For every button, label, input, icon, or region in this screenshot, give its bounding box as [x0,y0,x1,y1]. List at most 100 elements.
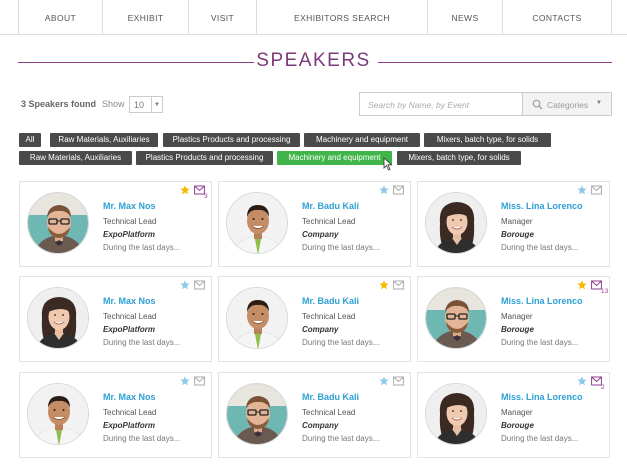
chevron-down-icon: ▼ [151,97,162,112]
mail-icon[interactable] [194,280,205,290]
tag-raw-materials[interactable]: Raw Materials, Auxiliaries [50,133,158,147]
star-icon[interactable] [577,376,587,386]
mail-icon[interactable] [393,185,404,195]
speaker-card[interactable]: Mr. Badu Kali Technical Lead Company During… [218,276,411,362]
speaker-card[interactable]: Mr. Max Nos Technical Lead ExpoPlatform Dur… [19,276,212,362]
speaker-name[interactable]: Mr. Badu Kali [302,296,359,306]
speaker-name[interactable]: Mr. Max Nos [103,296,156,306]
speaker-name[interactable]: Mr. Badu Kali [302,392,359,402]
speaker-role: Manager [501,312,533,321]
search-placeholder: Search by Name, by Event [368,100,470,110]
nav-contacts[interactable]: CONTACTS [502,0,612,35]
speaker-card[interactable]: Mr. Badu Kali Technical Lead Company During… [218,372,411,458]
speaker-company: Company [302,230,339,239]
categories-label: Categories [547,100,589,110]
speaker-description: During the last days... [302,338,380,347]
message-count: 3 [204,193,208,200]
speaker-description: During the last days... [501,338,579,347]
tag-mixers[interactable]: Mixers, batch type, for solids [424,133,551,147]
avatar[interactable] [425,192,487,254]
speaker-description: During the last days... [501,243,579,252]
speaker-name[interactable]: Miss. Lina Lorenco [501,392,583,402]
mail-icon[interactable] [393,280,404,290]
avatar[interactable] [226,383,288,445]
chevron-down-icon: ▼ [596,100,602,106]
page-title-row: SPEAKERS [0,50,627,74]
avatar[interactable] [425,287,487,349]
results-count: 3 Speakers found [21,99,97,109]
star-icon[interactable] [180,280,190,290]
tag-machinery-active[interactable]: Machinery and equipment [277,151,392,165]
mail-icon[interactable] [591,185,602,195]
speaker-name[interactable]: Mr. Badu Kali [302,201,359,211]
star-icon[interactable] [180,185,190,195]
speaker-card[interactable]: Miss. Lina Lorenco Manager Borouge During t… [417,276,610,362]
speaker-company: Borouge [501,230,534,239]
speaker-card[interactable]: Mr. Badu Kali Technical Lead Company During… [218,181,411,267]
search-input[interactable]: Search by Name, by Event [359,92,523,116]
speaker-description: During the last days... [103,434,181,443]
page-size-value: 10 [134,100,145,110]
speaker-description: During the last days... [501,434,579,443]
speaker-company: Borouge [501,325,534,334]
star-icon[interactable] [577,280,587,290]
tag-machinery[interactable]: Machinery and equipment [304,133,420,147]
speaker-company: ExpoPlatform [103,230,156,239]
tag-mixers[interactable]: Mixers, batch type, for solids [397,151,521,165]
speaker-description: During the last days... [103,338,181,347]
speaker-card[interactable]: Mr. Max Nos Technical Lead ExpoPlatform Dur… [19,372,212,458]
speaker-card[interactable]: Mr. Max Nos Technical Lead ExpoPlatform Dur… [19,181,212,267]
speaker-name[interactable]: Mr. Max Nos [103,201,156,211]
speaker-card[interactable]: Miss. Lina Lorenco Manager Borouge During t… [417,181,610,267]
categories-dropdown[interactable]: Categories ▼ [522,92,612,116]
speaker-card[interactable]: Miss. Lina Lorenco Manager Borouge During t… [417,372,610,458]
speaker-role: Technical Lead [103,312,157,321]
nav-exhibitors-search[interactable]: EXHIBITORS SEARCH [256,0,427,35]
speaker-role: Manager [501,217,533,226]
mouse-pointer-icon [383,157,393,171]
star-icon[interactable] [577,185,587,195]
avatar[interactable] [226,192,288,254]
nav-news[interactable]: NEWS [427,0,502,35]
page-title: SPEAKERS [256,50,371,71]
speaker-company: ExpoPlatform [103,325,156,334]
star-icon[interactable] [379,280,389,290]
avatar[interactable] [27,287,89,349]
avatar[interactable] [27,192,89,254]
speaker-role: Technical Lead [302,312,356,321]
page-size-select[interactable]: 10 ▼ [129,96,163,113]
speaker-role: Manager [501,408,533,417]
avatar[interactable] [425,383,487,445]
nav-exhibit[interactable]: EXHIBIT [102,0,188,35]
search-icon [532,99,543,110]
show-label: Show [102,99,125,109]
avatar[interactable] [27,383,89,445]
speaker-role: Technical Lead [302,408,356,417]
speaker-name[interactable]: Mr. Max Nos [103,392,156,402]
star-icon[interactable] [180,376,190,386]
speaker-description: During the last days... [103,243,181,252]
tag-all[interactable]: All [19,133,41,147]
tag-raw-materials[interactable]: Raw Materials, Auxiliaries [19,151,132,165]
nav-about[interactable]: ABOUT [18,0,102,35]
speaker-company: ExpoPlatform [103,421,156,430]
speaker-company: Borouge [501,421,534,430]
tag-plastics-products[interactable]: Plastics Products and processing [163,133,300,147]
message-count: 2 [601,384,605,391]
star-icon[interactable] [379,185,389,195]
speaker-name[interactable]: Miss. Lina Lorenco [501,296,583,306]
tag-plastics-products[interactable]: Plastics Products and processing [136,151,273,165]
speaker-description: During the last days... [302,243,380,252]
mail-icon[interactable] [194,376,205,386]
nav-visit[interactable]: VISIT [188,0,256,35]
speaker-company: Company [302,325,339,334]
top-nav: ABOUT EXHIBIT VISIT EXHIBITORS SEARCH NE… [0,0,627,35]
mail-icon[interactable] [393,376,404,386]
speaker-role: Technical Lead [103,408,157,417]
star-icon[interactable] [379,376,389,386]
message-count: 13 [601,288,609,295]
speaker-role: Technical Lead [302,217,356,226]
speaker-name[interactable]: Miss. Lina Lorenco [501,201,583,211]
avatar[interactable] [226,287,288,349]
speaker-role: Technical Lead [103,217,157,226]
